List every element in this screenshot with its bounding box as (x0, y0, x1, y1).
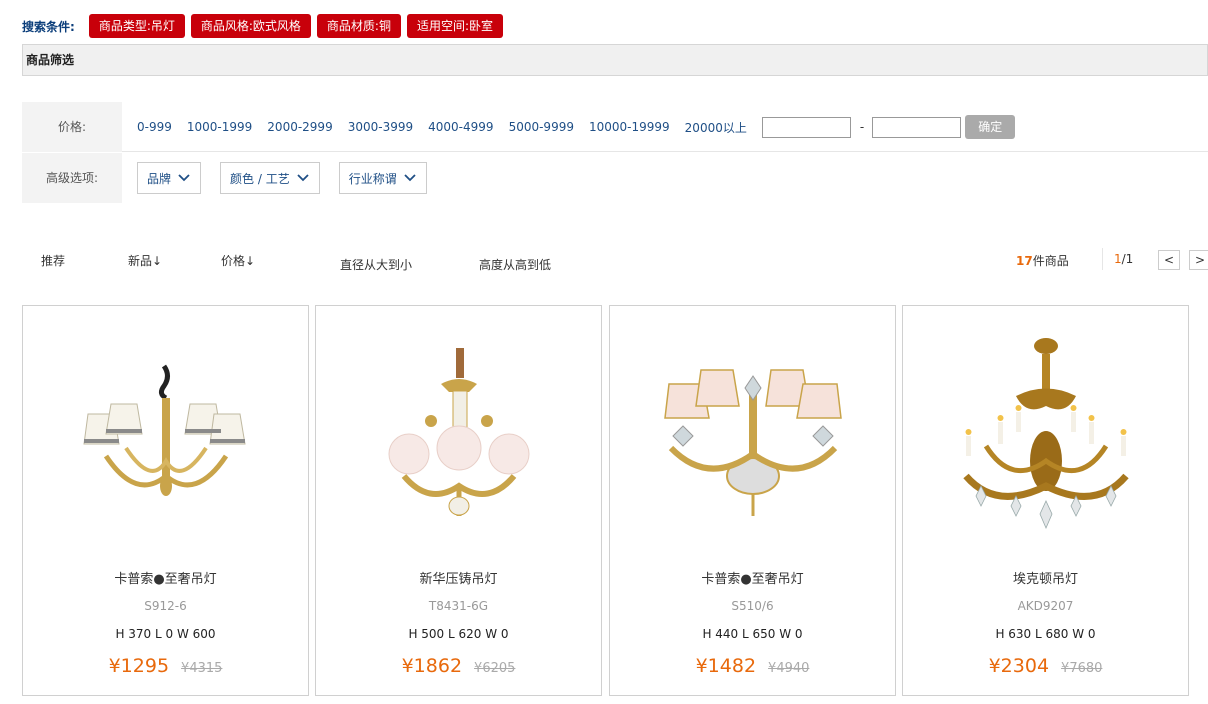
price-filter-row: 价格: 0-999 1000-1999 2000-2999 3000-3999 … (22, 102, 1208, 152)
product-prices: ¥2304 ¥7680 (903, 655, 1188, 677)
page-indicator: 1/1 (1102, 248, 1133, 270)
product-dimensions: H 440 L 650 W 0 (702, 627, 803, 641)
price-range-link[interactable]: 2000-2999 (267, 120, 332, 134)
brand-dropdown[interactable]: 品牌 (137, 162, 202, 194)
product-prices: ¥1295 ¥4315 (23, 655, 308, 677)
product-card[interactable]: 埃克顿吊灯 AKD9207 H 630 L 680 W 0 ¥2304 ¥7680 (902, 305, 1189, 696)
product-dimensions: H 630 L 680 W 0 (995, 627, 1096, 641)
product-prices: ¥1862 ¥6205 (316, 655, 601, 677)
product-model: T8431-6G (428, 599, 489, 613)
product-card[interactable]: 卡普索●至奢吊灯 S510/6 H 440 L 650 W 0 ¥1482 ¥49… (609, 305, 896, 696)
product-original-price: ¥6205 (474, 661, 516, 676)
total-pages: /1 (1121, 252, 1134, 266)
glass-globe-chandelier-icon[interactable] (369, 336, 549, 516)
sort-price[interactable]: 价格↓ (221, 252, 255, 269)
price-max-input[interactable] (872, 116, 962, 138)
chevron-down-icon (297, 174, 309, 182)
crystal-candle-chandelier-icon[interactable] (956, 336, 1136, 536)
product-name[interactable]: 新华压铸吊灯 (316, 568, 601, 587)
product-price: ¥2304 (988, 655, 1050, 677)
sort-newest[interactable]: 新品↓ (128, 252, 162, 269)
product-original-price: ¥7680 (1061, 661, 1103, 676)
brand-dropdown-label: 品牌 (147, 171, 172, 186)
pink-shade-chandelier-icon[interactable] (663, 336, 843, 516)
product-model: S912-6 (144, 599, 187, 613)
white-shade-chandelier-icon[interactable] (76, 336, 256, 516)
sort-height[interactable]: 高度从高到低 (479, 256, 551, 273)
price-label: 价格: (22, 102, 122, 152)
advanced-options-row: 高级选项: 品牌 颜色 / 工艺 行业称谓 (22, 153, 1208, 203)
product-name[interactable]: 卡普索●至奢吊灯 (610, 568, 895, 587)
product-name[interactable]: 卡普索●至奢吊灯 (23, 568, 308, 587)
filter-tag-material[interactable]: 商品材质:铜 (316, 14, 401, 38)
product-model: S510/6 (731, 599, 774, 613)
filter-tag-style[interactable]: 商品风格:欧式风格 (190, 14, 311, 38)
product-count: 17件商品 (1016, 252, 1069, 269)
product-prices: ¥1482 ¥4940 (610, 655, 895, 677)
product-card[interactable]: 新华压铸吊灯 T8431-6G H 500 L 620 W 0 ¥1862 ¥62… (315, 305, 602, 696)
product-original-price: ¥4940 (768, 661, 810, 676)
search-conditions: 搜索条件: 商品类型:吊灯 商品风格:欧式风格 商品材质:铜 适用空间:卧室 (22, 13, 509, 39)
price-min-input[interactable] (761, 116, 851, 138)
search-conditions-label: 搜索条件: (22, 19, 75, 34)
industry-name-dropdown-label: 行业称谓 (348, 171, 397, 186)
product-price: ¥1482 (695, 655, 757, 677)
price-range-link[interactable]: 0-999 (137, 120, 172, 134)
price-confirm-button[interactable]: 确定 (965, 115, 1016, 139)
price-range-link[interactable]: 20000以上 (685, 119, 747, 136)
filter-tag-space[interactable]: 适用空间:卧室 (406, 14, 503, 38)
product-dimensions: H 370 L 0 W 600 (115, 627, 216, 641)
product-price: ¥1862 (401, 655, 463, 677)
product-count-number: 17 (1016, 254, 1033, 268)
filter-section-title: 商品筛选 (22, 44, 1208, 76)
prev-page-button[interactable]: < (1158, 250, 1180, 270)
product-card[interactable]: 卡普索●至奢吊灯 S912-6 H 370 L 0 W 600 ¥1295 ¥43… (22, 305, 309, 696)
next-page-button[interactable]: > (1189, 250, 1208, 270)
current-page: 1 (1114, 252, 1122, 266)
product-price: ¥1295 (108, 655, 170, 677)
product-model: AKD9207 (1017, 599, 1074, 613)
price-range-link[interactable]: 5000-9999 (509, 120, 574, 134)
sort-recommend[interactable]: 推荐 (41, 252, 65, 269)
price-range-link[interactable]: 1000-1999 (187, 120, 252, 134)
industry-name-dropdown[interactable]: 行业称谓 (338, 162, 427, 194)
product-original-price: ¥4315 (181, 661, 223, 676)
range-separator: - (859, 120, 865, 134)
color-craft-dropdown[interactable]: 颜色 / 工艺 (220, 162, 320, 194)
advanced-options-label: 高级选项: (22, 153, 122, 203)
price-range-link[interactable]: 3000-3999 (348, 120, 413, 134)
sort-diameter[interactable]: 直径从大到小 (340, 256, 412, 273)
filter-tag-type[interactable]: 商品类型:吊灯 (88, 14, 185, 38)
chevron-down-icon (404, 174, 416, 182)
price-range-link[interactable]: 4000-4999 (428, 120, 493, 134)
product-dimensions: H 500 L 620 W 0 (408, 627, 509, 641)
chevron-down-icon (178, 174, 190, 182)
product-count-suffix: 件商品 (1032, 254, 1069, 268)
price-range-link[interactable]: 10000-19999 (589, 120, 670, 134)
product-name[interactable]: 埃克顿吊灯 (903, 568, 1188, 587)
color-craft-dropdown-label: 颜色 / 工艺 (230, 171, 290, 186)
